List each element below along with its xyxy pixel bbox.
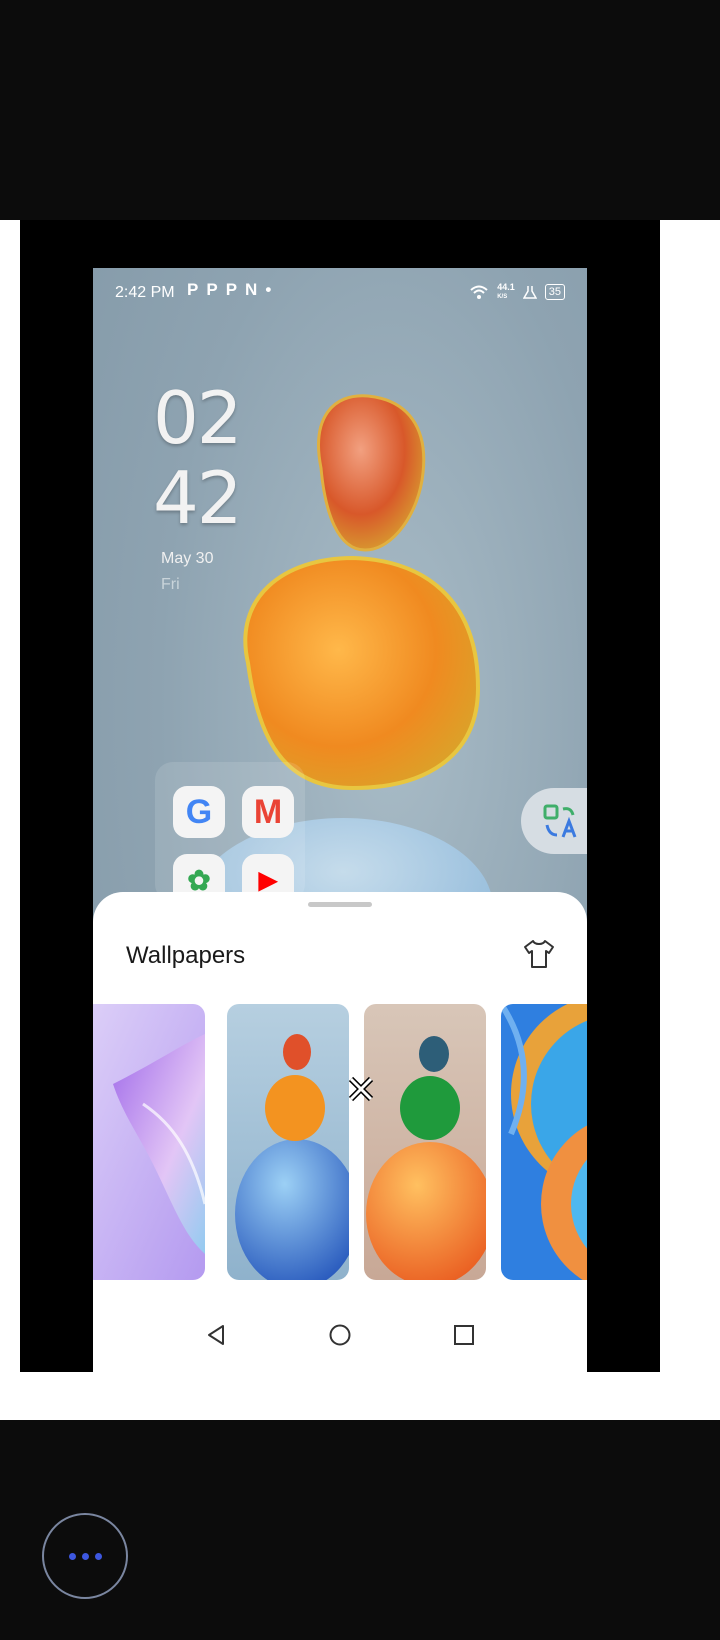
phone-screen: 2:42 PM P P P N • 44.1 K/S 35 02 42 May … bbox=[93, 268, 587, 1372]
back-button[interactable] bbox=[199, 1318, 233, 1352]
recents-button[interactable] bbox=[447, 1318, 481, 1352]
wallpaper-thumb[interactable] bbox=[501, 1004, 587, 1280]
home-button[interactable] bbox=[323, 1318, 357, 1352]
more-options-button[interactable] bbox=[42, 1513, 128, 1599]
more-dots-icon bbox=[94, 1552, 102, 1560]
gmail-app-icon[interactable]: M bbox=[242, 786, 294, 838]
translate-icon bbox=[543, 804, 577, 838]
notification-icon: P bbox=[206, 280, 218, 299]
more-dots-icon bbox=[68, 1552, 76, 1560]
notification-icon: P bbox=[225, 280, 238, 299]
status-bar: 2:42 PM P P P N • 44.1 K/S 35 bbox=[93, 268, 587, 318]
purple-swirl-thumb bbox=[93, 1004, 205, 1280]
net-speed-unit: K/S bbox=[497, 294, 508, 300]
notification-icons: P P P N • bbox=[187, 280, 271, 300]
more-dots-icon bbox=[81, 1552, 89, 1560]
translate-shortcut[interactable] bbox=[521, 788, 587, 854]
wallpaper-carousel[interactable] bbox=[93, 1004, 587, 1280]
wifi-icon bbox=[470, 285, 488, 299]
pebbles-blue-thumb bbox=[227, 1004, 349, 1280]
google-app-icon[interactable]: G bbox=[173, 786, 225, 838]
flask-icon bbox=[522, 286, 537, 299]
sheet-drag-handle[interactable] bbox=[308, 902, 372, 907]
wallpaper-thumb[interactable] bbox=[93, 1004, 205, 1280]
notification-icon: N bbox=[245, 280, 258, 299]
wallpaper-thumb[interactable] bbox=[227, 1004, 349, 1280]
clock-hour: 02 bbox=[153, 376, 243, 460]
t-shirt-icon[interactable] bbox=[521, 936, 557, 972]
net-speed: 44.1 K/S bbox=[497, 282, 515, 302]
clock-minute: 42 bbox=[153, 456, 243, 540]
clock-day: Fri bbox=[161, 576, 180, 593]
recents-square-icon bbox=[454, 1325, 474, 1345]
notification-icon: P bbox=[187, 280, 199, 299]
clock-widget[interactable]: 02 42 bbox=[153, 376, 243, 540]
blue-waves-thumb bbox=[501, 1004, 587, 1280]
cursor-close-icon bbox=[348, 1076, 374, 1102]
navigation-bar bbox=[93, 1304, 587, 1364]
sheet-title: Wallpapers bbox=[126, 942, 246, 969]
pebbles-green-thumb bbox=[364, 1004, 486, 1280]
status-indicators: 44.1 K/S 35 bbox=[469, 282, 565, 302]
net-speed-value: 44.1 bbox=[497, 282, 515, 292]
wallpaper-thumb[interactable] bbox=[364, 1004, 486, 1280]
back-triangle-icon bbox=[208, 1325, 224, 1345]
clock-date: May 30 bbox=[161, 550, 214, 567]
wallpapers-sheet: Wallpapers bbox=[93, 892, 587, 1372]
status-time: 2:42 PM bbox=[115, 284, 175, 301]
battery-indicator: 35 bbox=[544, 284, 565, 300]
notification-dot: • bbox=[265, 280, 272, 299]
home-circle-icon bbox=[329, 1324, 351, 1346]
